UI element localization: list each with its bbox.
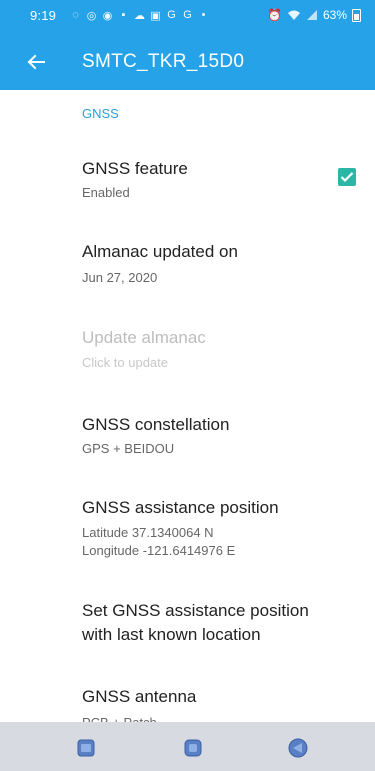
status-time: 9:19 bbox=[30, 8, 57, 23]
pref-summary: Jun 27, 2020 bbox=[82, 270, 158, 285]
recent-apps-button[interactable] bbox=[76, 738, 96, 758]
notification-icon: ◉ bbox=[102, 10, 113, 22]
pref-set-assistance-last-known[interactable]: Set GNSS assistance position with last k… bbox=[0, 598, 375, 658]
signal-icon bbox=[306, 10, 317, 20]
check-icon bbox=[340, 172, 354, 183]
alarm-icon: ⏰ bbox=[267, 8, 282, 22]
battery-icon bbox=[352, 8, 361, 22]
pref-summary: GPS + BEIDOU bbox=[82, 441, 175, 456]
pref-title: Update almanac bbox=[82, 328, 206, 347]
wifi-icon bbox=[287, 10, 300, 20]
gallery-icon: ▣ bbox=[150, 10, 161, 22]
home-icon bbox=[184, 739, 202, 757]
app-bar: SMTC_TKR_15D0 bbox=[0, 34, 375, 90]
dot-icon: • bbox=[201, 9, 206, 21]
back-nav-button[interactable] bbox=[288, 738, 308, 758]
google-icon: G bbox=[167, 9, 176, 21]
back-triangle-icon bbox=[288, 738, 308, 758]
pref-gnss-assistance-position[interactable]: GNSS assistance position Latitude 37.134… bbox=[0, 495, 375, 575]
pref-update-almanac: Update almanac Click to update bbox=[0, 322, 375, 392]
notification-icon: ◎ bbox=[86, 10, 97, 22]
arrow-left-icon bbox=[27, 54, 45, 70]
status-bar: 9:19 ◌ ◎ ◉ ▪ ☁ ▣ G G • ⏰ 63% bbox=[0, 0, 375, 34]
pref-title: GNSS feature bbox=[82, 159, 188, 178]
pref-gnss-feature[interactable]: GNSS feature Enabled bbox=[0, 150, 375, 220]
pref-summary-longitude: Longitude -121.6414976 E bbox=[82, 543, 236, 558]
pref-summary: Click to update bbox=[82, 355, 168, 370]
recent-apps-icon bbox=[77, 739, 95, 757]
home-button[interactable] bbox=[183, 738, 203, 758]
pref-summary-latitude: Latitude 37.1340064 N bbox=[82, 525, 214, 540]
pref-title-line2: with last known location bbox=[82, 625, 261, 644]
page-title: SMTC_TKR_15D0 bbox=[82, 51, 245, 72]
section-header: GNSS bbox=[82, 106, 119, 121]
settings-screen: 9:19 ◌ ◎ ◉ ▪ ☁ ▣ G G • ⏰ 63% SMTC_TKR_15… bbox=[0, 0, 375, 771]
pref-title: GNSS assistance position bbox=[82, 498, 279, 517]
notification-icon: ◌ bbox=[72, 9, 79, 21]
pref-almanac-updated[interactable]: Almanac updated on Jun 27, 2020 bbox=[0, 235, 375, 305]
cloud-icon: ☁ bbox=[134, 10, 145, 22]
google-icon: G bbox=[183, 9, 192, 21]
back-button[interactable] bbox=[22, 48, 50, 76]
battery-percent: 63% bbox=[322, 8, 347, 22]
pref-title: Almanac updated on bbox=[82, 242, 238, 261]
pref-gnss-constellation[interactable]: GNSS constellation GPS + BEIDOU bbox=[0, 410, 375, 480]
gnss-feature-checkbox[interactable] bbox=[338, 168, 356, 186]
notification-icons: ◌ ◎ ◉ ▪ ☁ ▣ G G • bbox=[70, 9, 209, 22]
pref-title-line1: Set GNSS assistance position bbox=[82, 601, 309, 620]
pref-summary: Enabled bbox=[82, 185, 130, 200]
navigation-bar bbox=[0, 722, 375, 771]
pref-title: GNSS antenna bbox=[82, 687, 197, 706]
image-icon: ▪ bbox=[121, 9, 126, 21]
status-right: ⏰ 63% bbox=[267, 8, 361, 22]
pref-title: GNSS constellation bbox=[82, 415, 230, 434]
